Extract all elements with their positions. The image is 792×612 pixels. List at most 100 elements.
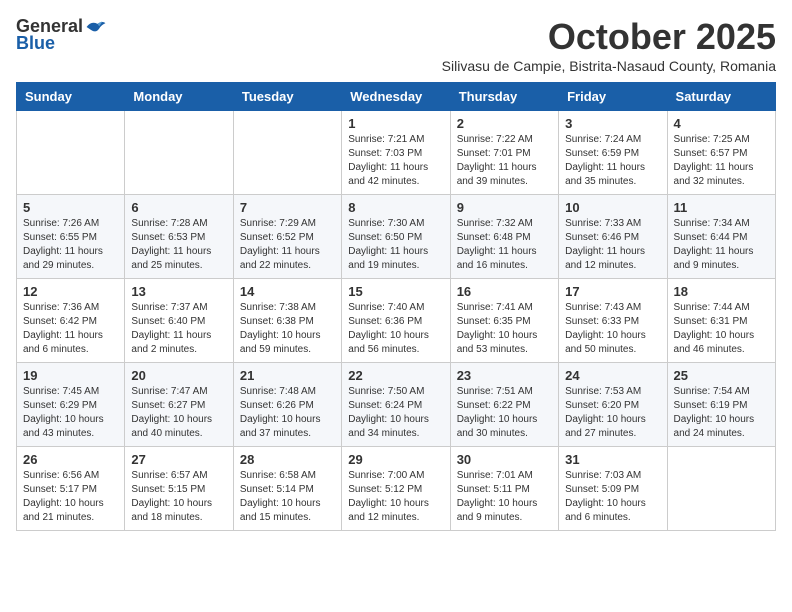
day-info: Sunrise: 7:51 AM Sunset: 6:22 PM Dayligh… [457,385,552,441]
day-info: Sunrise: 7:32 AM Sunset: 6:48 PM Dayligh… [457,217,552,273]
day-number: 13 [131,284,226,299]
day-number: 16 [457,284,552,299]
day-number: 10 [565,200,660,215]
calendar-cell: 27Sunrise: 6:57 AM Sunset: 5:15 PM Dayli… [125,447,233,531]
day-number: 3 [565,116,660,131]
calendar-cell [125,111,233,195]
day-info: Sunrise: 7:40 AM Sunset: 6:36 PM Dayligh… [348,301,443,357]
day-number: 29 [348,452,443,467]
calendar-cell: 17 Sunrise: 7:43 AM Sunset: 6:33 PM Dayli… [559,279,667,363]
calendar-cell: 31Sunrise: 7:03 AM Sunset: 5:09 PM Dayli… [559,447,667,531]
day-number: 5 [23,200,118,215]
day-info: Sunrise: 7:36 AM Sunset: 6:42 PM Dayligh… [23,301,118,357]
calendar-week-1: 1 Sunrise: 7:21 AM Sunset: 7:03 PM Daylig… [17,111,776,195]
day-number: 18 [674,284,769,299]
day-info: Sunrise: 7:26 AM Sunset: 6:55 PM Dayligh… [23,217,118,273]
calendar-cell [17,111,125,195]
calendar-cell: 23Sunrise: 7:51 AM Sunset: 6:22 PM Dayli… [450,363,558,447]
calendar-week-3: 12 Sunrise: 7:36 AM Sunset: 6:42 PM Dayli… [17,279,776,363]
day-number: 11 [674,200,769,215]
day-info: Sunrise: 7:54 AM Sunset: 6:19 PM Dayligh… [674,385,769,441]
day-number: 17 [565,284,660,299]
day-info: Sunrise: 7:48 AM Sunset: 6:26 PM Dayligh… [240,385,335,441]
weekday-header-monday: Monday [125,83,233,111]
calendar-cell: 2 Sunrise: 7:22 AM Sunset: 7:01 PM Daylig… [450,111,558,195]
weekday-header-thursday: Thursday [450,83,558,111]
calendar-cell: 13 Sunrise: 7:37 AM Sunset: 6:40 PM Dayli… [125,279,233,363]
calendar-week-2: 5 Sunrise: 7:26 AM Sunset: 6:55 PM Daylig… [17,195,776,279]
calendar-cell: 12 Sunrise: 7:36 AM Sunset: 6:42 PM Dayli… [17,279,125,363]
logo: General Blue [16,16,107,54]
calendar-week-5: 26 Sunrise: 6:56 AM Sunset: 5:17 PM Dayli… [17,447,776,531]
day-info: Sunrise: 7:53 AM Sunset: 6:20 PM Dayligh… [565,385,660,441]
weekday-header-tuesday: Tuesday [233,83,341,111]
calendar-cell [667,447,775,531]
title-section: October 2025 Silivasu de Campie, Bistrit… [442,16,776,74]
calendar-cell: 4 Sunrise: 7:25 AM Sunset: 6:57 PM Daylig… [667,111,775,195]
calendar-cell: 29 Sunrise: 7:00 AM Sunset: 5:12 PM Dayli… [342,447,450,531]
day-info: Sunrise: 7:21 AM Sunset: 7:03 PM Dayligh… [348,133,443,189]
day-info: Sunrise: 7:50 AM Sunset: 6:24 PM Dayligh… [348,385,443,441]
calendar-cell: 18Sunrise: 7:44 AM Sunset: 6:31 PM Dayli… [667,279,775,363]
day-info: Sunrise: 7:00 AM Sunset: 5:12 PM Dayligh… [348,469,443,525]
day-number: 7 [240,200,335,215]
day-number: 9 [457,200,552,215]
day-info: Sunrise: 7:25 AM Sunset: 6:57 PM Dayligh… [674,133,769,189]
calendar-cell: 19Sunrise: 7:45 AM Sunset: 6:29 PM Dayli… [17,363,125,447]
day-number: 25 [674,368,769,383]
calendar-cell: 25 Sunrise: 7:54 AM Sunset: 6:19 PM Dayli… [667,363,775,447]
day-info: Sunrise: 7:01 AM Sunset: 5:11 PM Dayligh… [457,469,552,525]
day-info: Sunrise: 6:57 AM Sunset: 5:15 PM Dayligh… [131,469,226,525]
day-number: 22 [348,368,443,383]
day-number: 2 [457,116,552,131]
calendar-cell: 8Sunrise: 7:30 AM Sunset: 6:50 PM Daylig… [342,195,450,279]
weekday-header-wednesday: Wednesday [342,83,450,111]
day-number: 12 [23,284,118,299]
location-text: Silivasu de Campie, Bistrita-Nasaud Coun… [442,58,776,74]
day-number: 1 [348,116,443,131]
page-header: General Blue October 2025 Silivasu de Ca… [16,16,776,74]
day-number: 8 [348,200,443,215]
calendar-cell: 30Sunrise: 7:01 AM Sunset: 5:11 PM Dayli… [450,447,558,531]
calendar-cell: 14 Sunrise: 7:38 AM Sunset: 6:38 PM Dayli… [233,279,341,363]
day-info: Sunrise: 7:43 AM Sunset: 6:33 PM Dayligh… [565,301,660,357]
day-number: 4 [674,116,769,131]
calendar-cell: 24Sunrise: 7:53 AM Sunset: 6:20 PM Dayli… [559,363,667,447]
day-info: Sunrise: 7:24 AM Sunset: 6:59 PM Dayligh… [565,133,660,189]
weekday-header-friday: Friday [559,83,667,111]
calendar-cell: 9 Sunrise: 7:32 AM Sunset: 6:48 PM Daylig… [450,195,558,279]
day-number: 26 [23,452,118,467]
calendar-cell: 26 Sunrise: 6:56 AM Sunset: 5:17 PM Dayli… [17,447,125,531]
logo-bird-icon [85,18,107,36]
day-info: Sunrise: 7:37 AM Sunset: 6:40 PM Dayligh… [131,301,226,357]
calendar-cell [233,111,341,195]
weekday-header-saturday: Saturday [667,83,775,111]
calendar-table: SundayMondayTuesdayWednesdayThursdayFrid… [16,82,776,531]
day-info: Sunrise: 7:34 AM Sunset: 6:44 PM Dayligh… [674,217,769,273]
day-number: 6 [131,200,226,215]
day-info: Sunrise: 7:22 AM Sunset: 7:01 PM Dayligh… [457,133,552,189]
day-number: 15 [348,284,443,299]
calendar-cell: 22 Sunrise: 7:50 AM Sunset: 6:24 PM Dayli… [342,363,450,447]
calendar-cell: 7Sunrise: 7:29 AM Sunset: 6:52 PM Daylig… [233,195,341,279]
day-info: Sunrise: 7:41 AM Sunset: 6:35 PM Dayligh… [457,301,552,357]
day-info: Sunrise: 7:38 AM Sunset: 6:38 PM Dayligh… [240,301,335,357]
calendar-cell: 28Sunrise: 6:58 AM Sunset: 5:14 PM Dayli… [233,447,341,531]
calendar-cell: 3 Sunrise: 7:24 AM Sunset: 6:59 PM Daylig… [559,111,667,195]
calendar-cell: 16 Sunrise: 7:41 AM Sunset: 6:35 PM Dayli… [450,279,558,363]
day-number: 20 [131,368,226,383]
month-title: October 2025 [442,16,776,58]
day-info: Sunrise: 6:56 AM Sunset: 5:17 PM Dayligh… [23,469,118,525]
day-info: Sunrise: 7:28 AM Sunset: 6:53 PM Dayligh… [131,217,226,273]
calendar-cell: 6 Sunrise: 7:28 AM Sunset: 6:53 PM Daylig… [125,195,233,279]
day-number: 31 [565,452,660,467]
day-number: 19 [23,368,118,383]
day-number: 14 [240,284,335,299]
calendar-cell: 1 Sunrise: 7:21 AM Sunset: 7:03 PM Daylig… [342,111,450,195]
calendar-cell: 10 Sunrise: 7:33 AM Sunset: 6:46 PM Dayli… [559,195,667,279]
day-info: Sunrise: 7:33 AM Sunset: 6:46 PM Dayligh… [565,217,660,273]
weekday-header-row: SundayMondayTuesdayWednesdayThursdayFrid… [17,83,776,111]
day-info: Sunrise: 7:47 AM Sunset: 6:27 PM Dayligh… [131,385,226,441]
calendar-cell: 21Sunrise: 7:48 AM Sunset: 6:26 PM Dayli… [233,363,341,447]
calendar-cell: 20 Sunrise: 7:47 AM Sunset: 6:27 PM Dayli… [125,363,233,447]
